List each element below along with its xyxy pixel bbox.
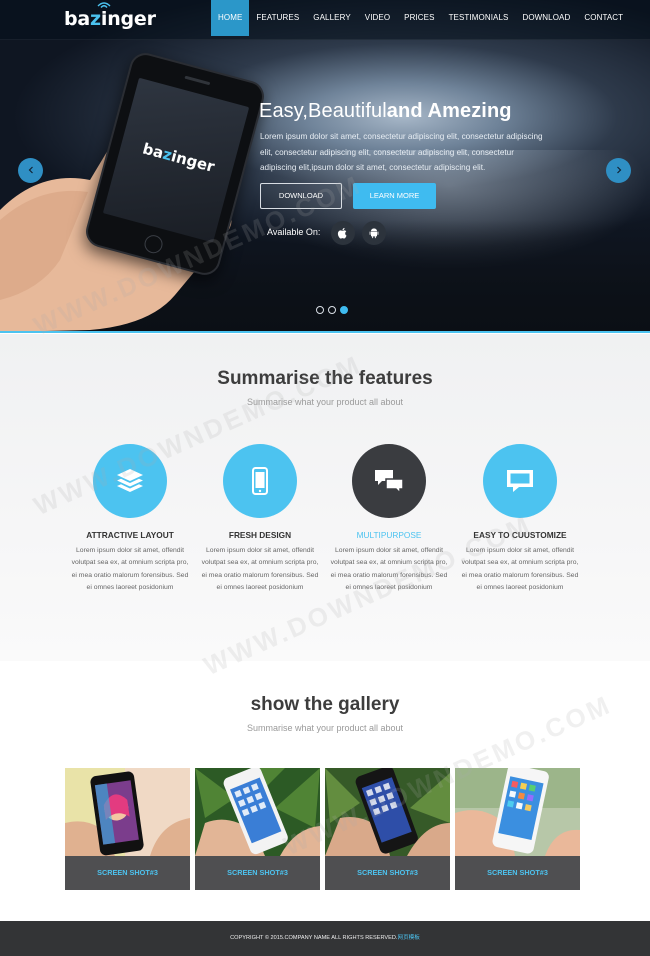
- logo-text-suffix: inger: [100, 8, 156, 30]
- gallery-caption: SCREEN SHOT#3: [65, 856, 190, 890]
- nav-contact[interactable]: CONTACT: [577, 0, 630, 36]
- phone-screen: bazinger: [102, 77, 250, 243]
- feature-card-multipurpose: MULTIPURPOSE Lorem ipsum dolor sit amet,…: [328, 444, 450, 594]
- slider-prev-button[interactable]: [18, 158, 43, 183]
- chevron-right-icon: [616, 166, 621, 174]
- feature-card-attractive-layout: ATTRACTIVE LAYOUT Lorem ipsum dolor sit …: [69, 444, 191, 594]
- gallery-item[interactable]: SCREEN SHOT#3: [325, 768, 450, 890]
- gallery-item[interactable]: SCREEN SHOT#3: [65, 768, 190, 890]
- feature-card-easy-to-customize: EASY TO CUUSTOMIZE Lorem ipsum dolor sit…: [459, 444, 581, 594]
- feature-icon-circle: [483, 444, 557, 518]
- feature-icon-circle: [223, 444, 297, 518]
- chevron-left-icon: [28, 166, 33, 174]
- logo-text-prefix: ba: [64, 8, 91, 30]
- phone-speaker: [184, 75, 211, 86]
- feature-title: EASY TO CUUSTOMIZE: [473, 530, 567, 540]
- gallery-section: show the gallery Summarise what your pro…: [0, 661, 650, 921]
- gallery-title: show the gallery: [250, 694, 400, 715]
- copyright-text: COPYRIGHT © 2015.COMPANY NAME ALL RIGHTS…: [230, 935, 398, 941]
- logo-text-z: z: [90, 8, 101, 30]
- feature-description: Lorem ipsum dolor sit amet, offendit vol…: [71, 547, 189, 591]
- android-icon: [369, 228, 379, 239]
- gallery-caption: SCREEN SHOT#3: [195, 856, 320, 890]
- gallery-image-white-iphone: [195, 768, 320, 856]
- nav-testimonials[interactable]: TESTIMONIALS: [442, 0, 516, 36]
- feature-title: FRESH DESIGN: [228, 530, 292, 540]
- available-on-label: Available On:: [267, 227, 321, 237]
- feature-title: ATTRACTIVE LAYOUT: [86, 530, 174, 540]
- slider-dot-2[interactable]: [328, 306, 336, 314]
- site-logo[interactable]: bazinger: [64, 2, 156, 30]
- mobile-icon: [252, 467, 268, 495]
- chat-icon: [375, 470, 404, 495]
- gallery-item[interactable]: SCREEN SHOT#3: [195, 768, 320, 890]
- main-nav: HOME FEATURES GALLERY VIDEO PRICES TESTI…: [211, 0, 630, 36]
- hero-copy: Lorem ipsum dolor sit amet, consectetur …: [260, 132, 543, 172]
- feature-description: Lorem ipsum dolor sit amet, offendit vol…: [461, 547, 579, 591]
- feature-title: MULTIPURPOSE: [356, 530, 422, 540]
- gallery-item[interactable]: SCREEN SHOT#3: [455, 768, 580, 890]
- features-subtitle: Summarise what your product all about: [246, 397, 404, 407]
- headline-bold: and Amezing: [386, 100, 512, 122]
- gallery-caption: SCREEN SHOT#3: [325, 856, 450, 890]
- phone-home-button: [142, 233, 165, 256]
- learn-more-button[interactable]: LEARN MORE: [353, 183, 436, 209]
- slider-next-button[interactable]: [606, 158, 631, 183]
- feature-description: Lorem ipsum dolor sit amet, offendit vol…: [330, 547, 448, 591]
- gallery-image-colorful-phone: [65, 768, 190, 856]
- nav-video[interactable]: VIDEO: [358, 0, 397, 36]
- nav-gallery[interactable]: GALLERY: [306, 0, 357, 36]
- message-icon: [507, 470, 533, 492]
- features-title: Summarise the features: [217, 368, 433, 389]
- apple-store-button[interactable]: [331, 221, 355, 245]
- wifi-icon: [97, 2, 111, 8]
- slider-dot-1[interactable]: [316, 306, 324, 314]
- gallery-image-white-iphone-hand: [455, 768, 580, 856]
- hero-headline: Easy,Beautifuland Amezing: [259, 100, 512, 123]
- layers-icon: [117, 469, 143, 492]
- gallery-caption: SCREEN SHOT#3: [455, 856, 580, 890]
- gallery-image-black-iphone: [325, 768, 450, 856]
- feature-card-fresh-design: FRESH DESIGN Lorem ipsum dolor sit amet,…: [199, 444, 321, 594]
- android-store-button[interactable]: [362, 221, 386, 245]
- nav-features[interactable]: FEATURES: [249, 0, 306, 36]
- nav-prices[interactable]: PRICES: [397, 0, 441, 36]
- feature-description: Lorem ipsum dolor sit amet, offendit vol…: [201, 547, 319, 591]
- features-section: Summarise the features Summarise what yo…: [0, 334, 650, 661]
- slider-dot-3-active[interactable]: [340, 306, 348, 314]
- site-footer: COPYRIGHT © 2015.COMPANY NAME ALL RIGHTS…: [0, 921, 650, 956]
- download-button[interactable]: DOWNLOAD: [260, 183, 342, 209]
- phone-screen-logo: bazinger: [140, 139, 217, 176]
- nav-download[interactable]: DOWNLOAD: [515, 0, 577, 36]
- feature-icon-circle: [93, 444, 167, 518]
- apple-icon: [337, 227, 347, 239]
- gallery-subtitle: Summarise what your product all about: [246, 723, 404, 733]
- slider-pagination: [316, 306, 348, 314]
- hero-banner: bazinger HOME FEATURES GALLERY VIDEO PRI…: [0, 0, 650, 333]
- headline-light: Easy,Beautiful: [259, 100, 387, 122]
- feature-icon-circle: [352, 444, 426, 518]
- top-navbar: bazinger HOME FEATURES GALLERY VIDEO PRI…: [0, 0, 650, 40]
- nav-home[interactable]: HOME: [211, 0, 250, 36]
- footer-link[interactable]: 网页模板: [397, 935, 419, 941]
